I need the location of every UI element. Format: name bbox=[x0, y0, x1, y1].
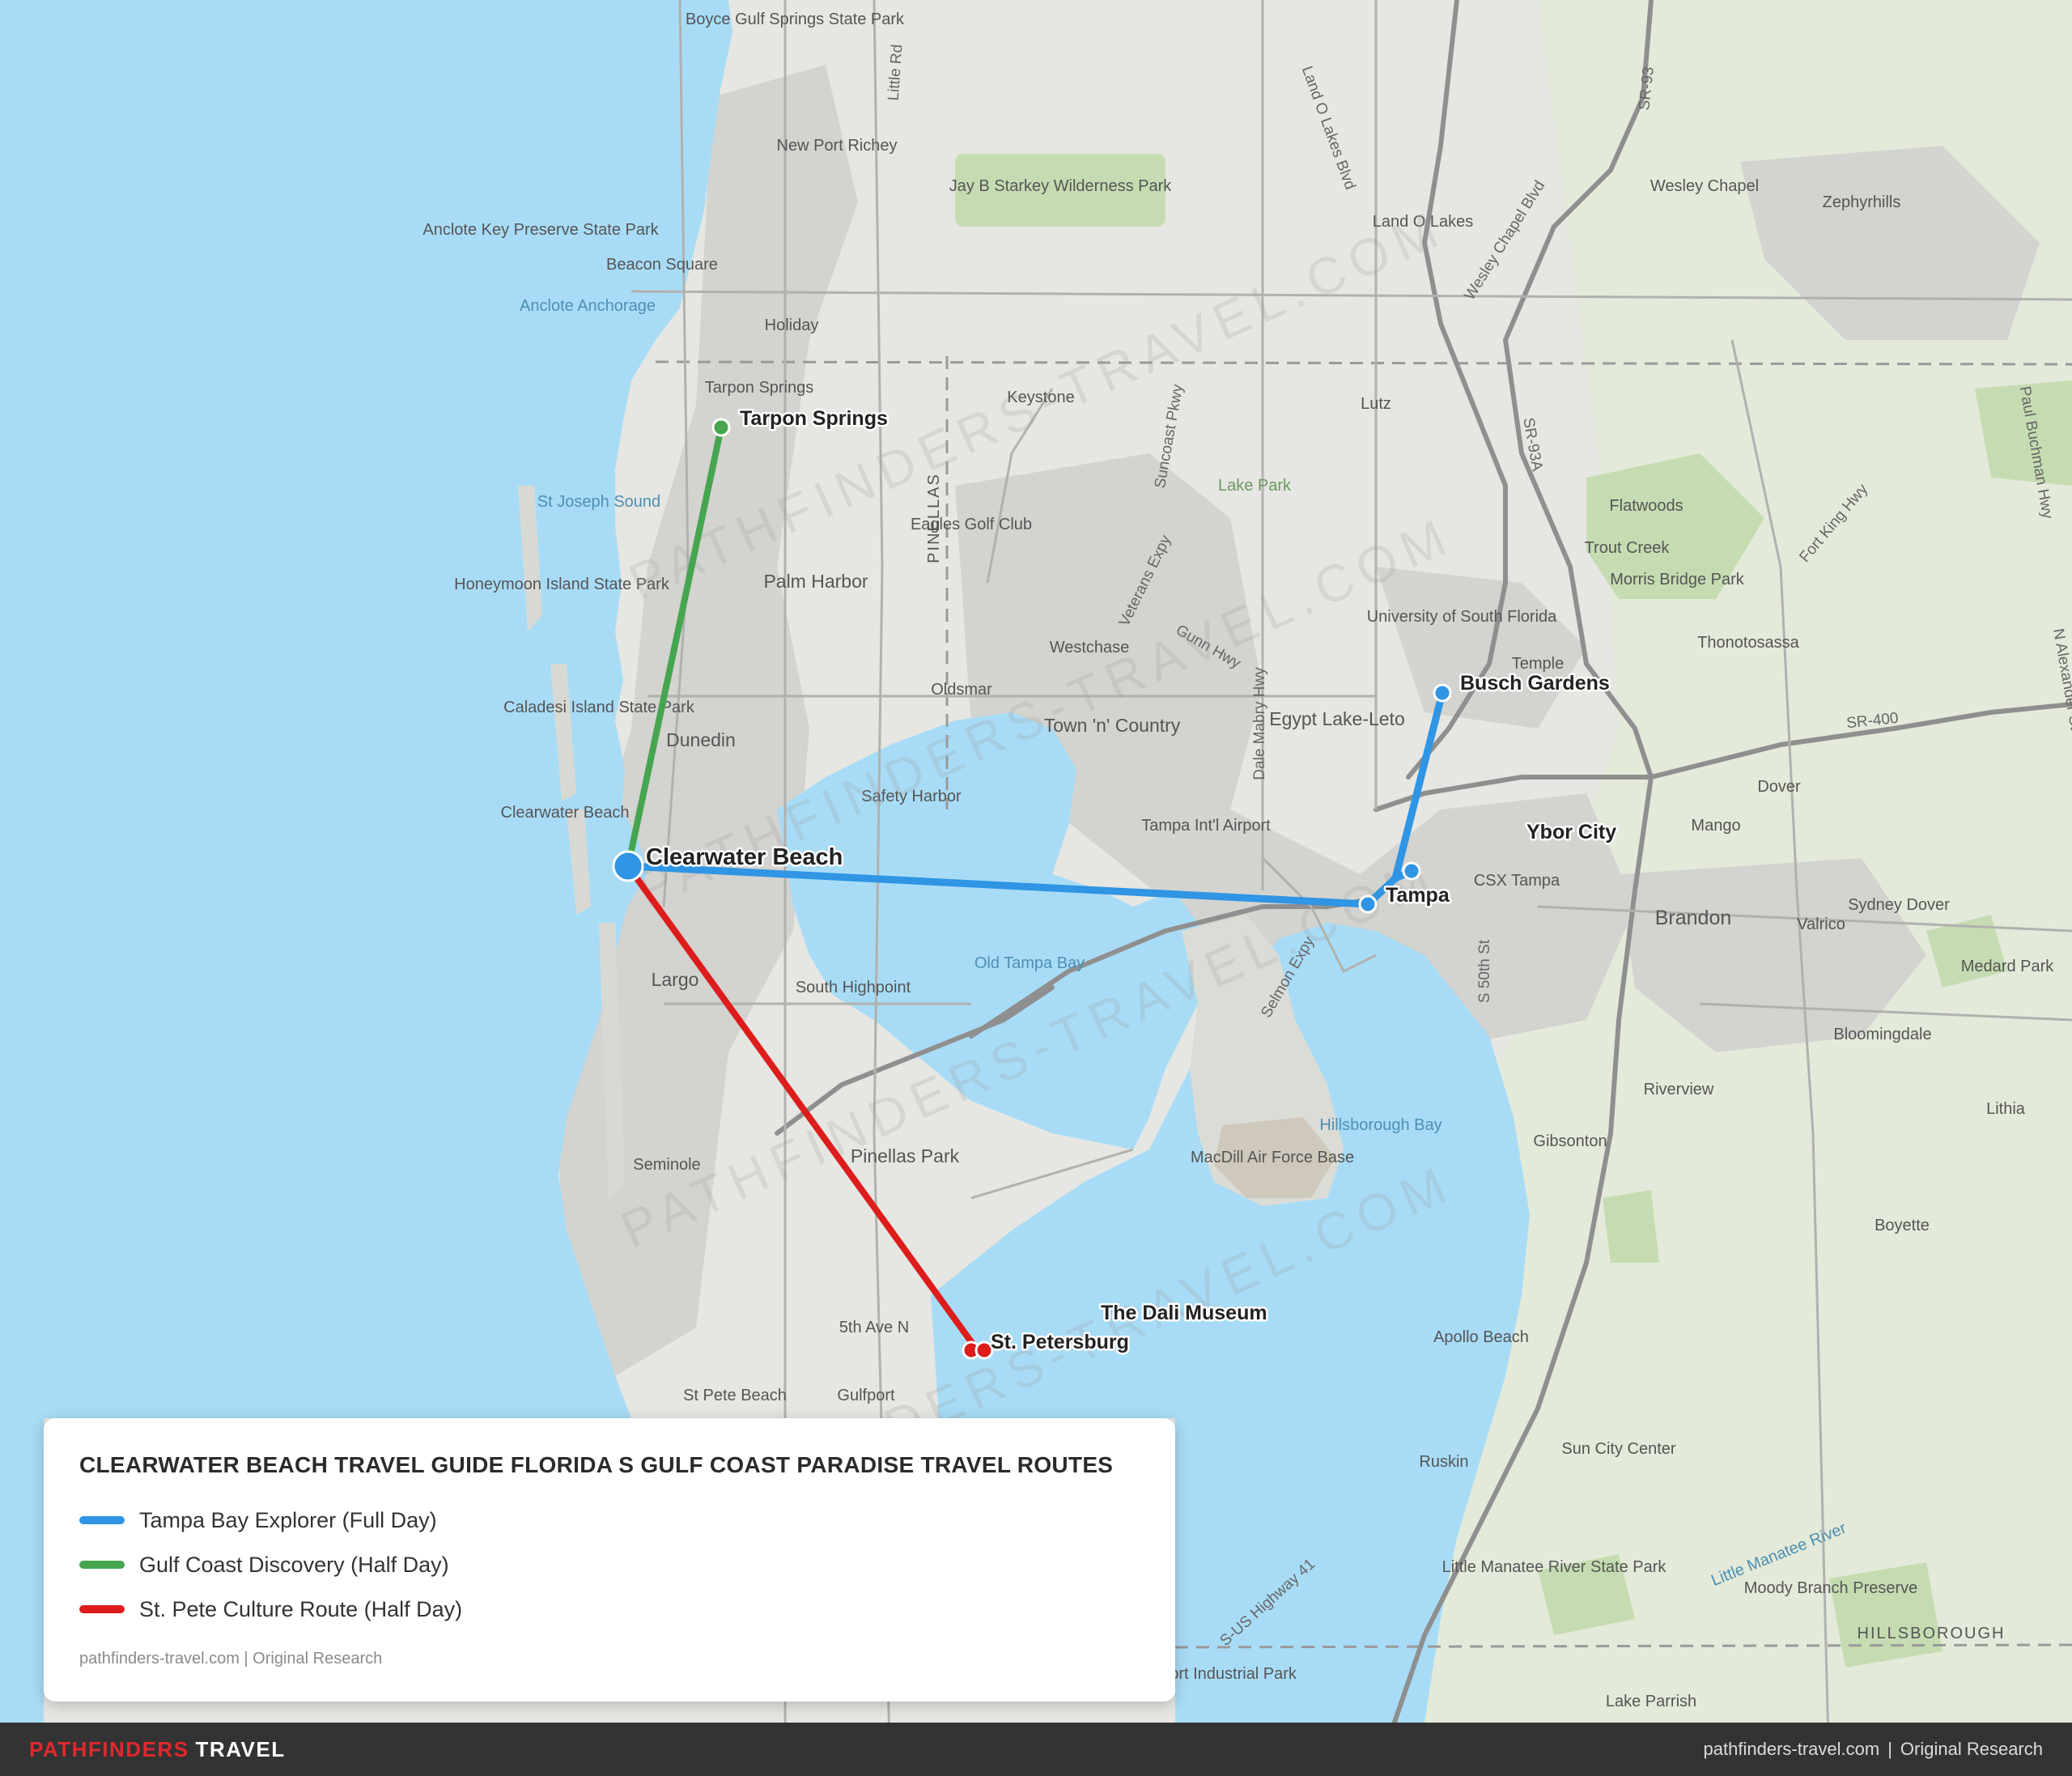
map-label: Gibsonton bbox=[1533, 1132, 1607, 1150]
footer-note: Original Research bbox=[1900, 1739, 2043, 1759]
map-label: Beacon Square bbox=[606, 256, 718, 274]
footer-separator: | bbox=[1887, 1739, 1892, 1759]
stop-marker-dali-museum[interactable] bbox=[974, 1340, 994, 1360]
map-label: Lake Park bbox=[1218, 477, 1292, 495]
map-label: Tarpon Springs bbox=[705, 379, 814, 397]
stop-marker-tarpon-springs[interactable] bbox=[711, 418, 731, 437]
brand-logo[interactable]: PATHFINDERS TRAVEL bbox=[29, 1737, 286, 1762]
map-label: Moody Branch Preserve bbox=[1744, 1579, 1918, 1597]
stop-label: Tarpon Springs bbox=[740, 407, 888, 430]
footer-site-link[interactable]: pathfinders-travel.com bbox=[1704, 1739, 1880, 1759]
map-label: University of South Florida bbox=[1367, 608, 1557, 626]
stop-label: St. Petersburg bbox=[991, 1331, 1129, 1353]
map-label: Ruskin bbox=[1419, 1453, 1468, 1471]
stop-marker-ybor-city[interactable] bbox=[1402, 861, 1421, 881]
brand-name-white: TRAVEL bbox=[195, 1737, 286, 1761]
map-label: Sydney Dover bbox=[1848, 896, 1950, 914]
map-label: MacDill Air Force Base bbox=[1191, 1149, 1354, 1166]
stop-label: Clearwater Beach bbox=[646, 844, 843, 870]
road-label: S 50th St bbox=[1476, 939, 1493, 1003]
map-label: Clearwater Beach bbox=[501, 804, 630, 822]
map-label: Apollo Beach bbox=[1433, 1328, 1529, 1346]
map-label: Temple bbox=[1512, 655, 1564, 673]
legend-swatch bbox=[79, 1561, 125, 1569]
map-label: Brandon bbox=[1655, 907, 1732, 929]
map-label: Largo bbox=[652, 969, 699, 990]
legend-label: St. Pete Culture Route (Half Day) bbox=[139, 1596, 463, 1621]
map-label: Zephyrhills bbox=[1823, 193, 1901, 211]
stop-marker-tampa[interactable] bbox=[1358, 894, 1378, 914]
map-label: Riverview bbox=[1644, 1081, 1714, 1098]
footer-bar: PATHFINDERS TRAVEL pathfinders-travel.com… bbox=[0, 1723, 2072, 1776]
map-label: CSX Tampa bbox=[1474, 872, 1560, 890]
map-label: Medard Park bbox=[1961, 958, 2054, 975]
water-label: Old Tampa Bay bbox=[974, 954, 1085, 972]
map-label: Palm Harbor bbox=[763, 571, 868, 592]
map-label: Tampa Int'l Airport bbox=[1141, 817, 1271, 835]
legend-title: CLEARWATER BEACH TRAVEL GUIDE FLORIDA S … bbox=[79, 1452, 1114, 1477]
water-label: Hillsborough Bay bbox=[1319, 1116, 1441, 1134]
stop-marker-clearwater-beach[interactable] bbox=[612, 850, 644, 882]
map-label: Egypt Lake-Leto bbox=[1269, 708, 1405, 729]
legend-item-st-pete-culture[interactable]: St. Pete Culture Route (Half Day) bbox=[79, 1593, 462, 1625]
stop-label: The Dali Museum bbox=[1101, 1302, 1267, 1324]
route-legend: CLEARWATER BEACH TRAVEL GUIDE FLORIDA S … bbox=[44, 1418, 1175, 1702]
map-label: Boyce Gulf Springs State Park bbox=[686, 11, 905, 28]
map-label: 5th Ave N bbox=[839, 1319, 909, 1336]
map-label: Dover bbox=[1757, 778, 1801, 796]
map-label: Thonotosassa bbox=[1697, 634, 1800, 652]
map-label: New Port Richey bbox=[777, 137, 898, 155]
map-label: Trout Creek bbox=[1585, 539, 1671, 557]
map-label: Dunedin bbox=[666, 729, 736, 750]
map-label: Little Manatee River State Park bbox=[1442, 1558, 1667, 1576]
map-label: Lake Parrish bbox=[1606, 1693, 1696, 1710]
legend-swatch bbox=[79, 1516, 125, 1524]
map-label: Mango bbox=[1691, 817, 1740, 835]
map-label: PINELLAS bbox=[925, 473, 943, 563]
map-label: Wesley Chapel bbox=[1650, 177, 1759, 195]
map-label: Caladesi Island State Park bbox=[503, 699, 695, 716]
map-label: Valrico bbox=[1797, 916, 1845, 933]
map-label: Oldsmar bbox=[931, 681, 992, 699]
map-label: Lithia bbox=[1986, 1100, 2026, 1118]
map-label: Holiday bbox=[765, 317, 819, 334]
legend-source: pathfinders-travel.com | Original Resear… bbox=[79, 1650, 383, 1668]
map-label: HILLSBOROUGH bbox=[1858, 1625, 2006, 1642]
map-label: Anclote Key Preserve State Park bbox=[422, 221, 659, 239]
water-label: St Joseph Sound bbox=[537, 493, 660, 511]
map-label: Bloomingdale bbox=[1833, 1026, 1931, 1043]
stop-label: Busch Gardens bbox=[1460, 672, 1610, 695]
footer-credit: pathfinders-travel.com | Original Research bbox=[1704, 1739, 2043, 1760]
map-label: Flatwoods bbox=[1609, 497, 1683, 515]
stop-marker-busch-gardens[interactable] bbox=[1433, 683, 1452, 703]
map-label: Boyette bbox=[1875, 1217, 1930, 1234]
map-label: Jay B Starkey Wilderness Park bbox=[949, 177, 1173, 195]
road-label: Dale Mabry Hwy bbox=[1251, 667, 1268, 780]
map-label: Morris Bridge Park bbox=[1610, 571, 1745, 588]
map-label: Sun City Center bbox=[1561, 1440, 1676, 1458]
stop-label: Ybor City bbox=[1526, 821, 1616, 843]
stop-label: Tampa bbox=[1386, 884, 1450, 907]
map-label: St Pete Beach bbox=[683, 1387, 787, 1404]
brand-name-red: PATHFINDERS bbox=[29, 1737, 189, 1761]
water-label: Anclote Anchorage bbox=[520, 297, 656, 315]
legend-label: Tampa Bay Explorer (Full Day) bbox=[139, 1507, 437, 1532]
legend-swatch bbox=[79, 1605, 125, 1613]
map-label: South Highpoint bbox=[796, 979, 911, 996]
legend-label: Gulf Coast Discovery (Half Day) bbox=[139, 1552, 449, 1577]
legend-item-tampa-bay-explorer[interactable]: Tampa Bay Explorer (Full Day) bbox=[79, 1504, 437, 1536]
legend-item-gulf-coast-discovery[interactable]: Gulf Coast Discovery (Half Day) bbox=[79, 1549, 449, 1581]
map-label: Lutz bbox=[1361, 395, 1391, 413]
